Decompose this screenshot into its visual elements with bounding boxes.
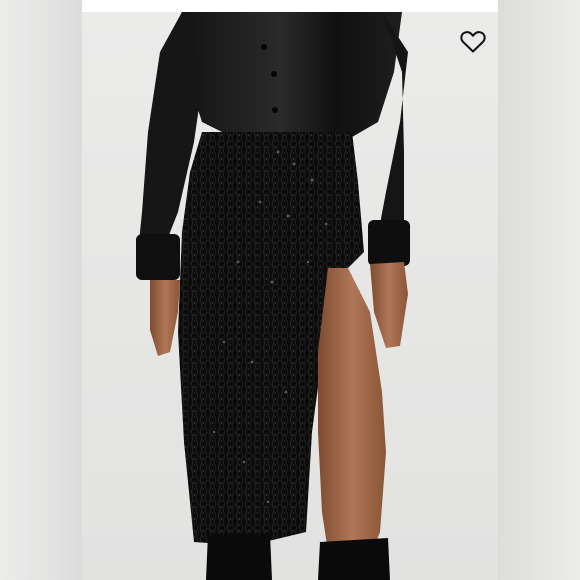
left-boot (206, 534, 272, 580)
heart-outline-icon (460, 31, 486, 53)
shirt-body (182, 12, 402, 137)
product-photo-illustration (136, 12, 410, 580)
shirt-button (272, 107, 278, 113)
left-blurred-panel (0, 0, 82, 580)
shirt-left-cuff (136, 234, 180, 280)
right-boot (318, 538, 390, 580)
right-hand (370, 262, 408, 348)
shirt-button (271, 71, 277, 77)
left-hand (150, 280, 180, 356)
shirt-right-cuff (368, 220, 410, 266)
like-button[interactable] (458, 28, 488, 56)
listing-image-viewer (0, 0, 580, 580)
product-photo[interactable] (82, 12, 498, 580)
shirt-button (261, 44, 267, 50)
right-blurred-panel (498, 0, 580, 580)
